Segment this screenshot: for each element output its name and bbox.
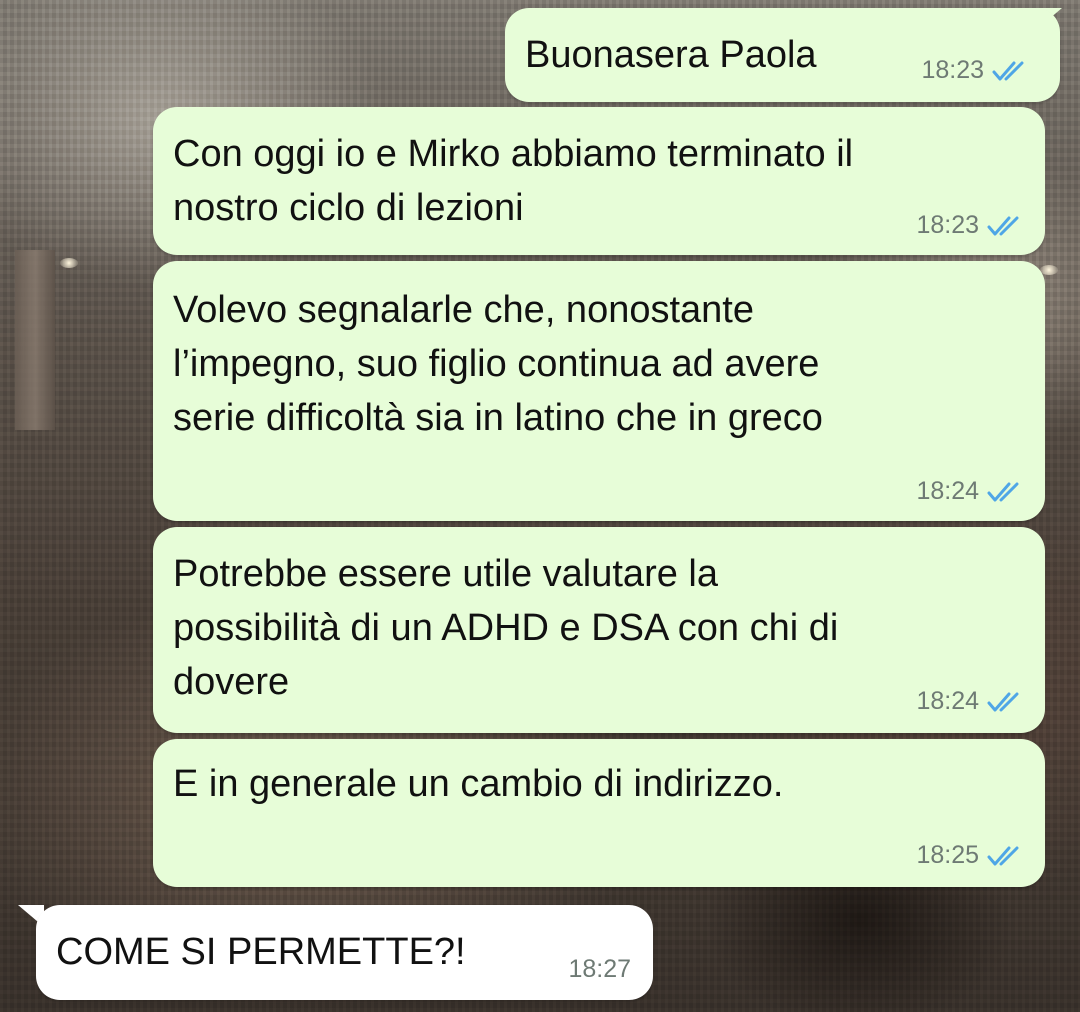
message-text: Con oggi io e Mirko abbiamo terminato il…	[173, 133, 854, 229]
message-time: 18:24	[916, 687, 979, 715]
message-text: Volevo segnalarle che, nonostante l’impe…	[173, 289, 823, 439]
outgoing-message[interactable]: Con oggi io e Mirko abbiamo terminato il…	[153, 107, 1045, 255]
double-check-read-icon	[987, 482, 1019, 501]
outgoing-message[interactable]: E in generale un cambio di indirizzo. 18…	[153, 739, 1045, 887]
double-check-read-icon	[987, 692, 1019, 711]
message-text: E in generale un cambio di indirizzo.	[173, 763, 784, 805]
double-check-read-icon	[987, 846, 1019, 865]
message-meta: 18:23	[916, 211, 1025, 240]
message-text: Potrebbe essere utile valutare la possib…	[173, 553, 839, 703]
outgoing-message[interactable]: Potrebbe essere utile valutare la possib…	[153, 527, 1045, 733]
double-check-read-icon	[987, 216, 1019, 235]
wallpaper-light	[60, 258, 78, 268]
message-time: 18:27	[568, 955, 631, 983]
message-text: COME SI PERMETTE?!	[56, 931, 466, 973]
incoming-message[interactable]: COME SI PERMETTE?! 18:27	[36, 905, 653, 1000]
message-meta: 18:23	[921, 56, 1030, 85]
message-meta: 18:24	[916, 477, 1025, 506]
wallpaper-light	[1040, 265, 1058, 275]
message-meta: 18:24	[916, 687, 1025, 716]
message-time: 18:23	[921, 56, 984, 84]
message-meta: 18:27	[568, 955, 631, 984]
outgoing-message[interactable]: Buonasera Paola 18:23	[505, 8, 1060, 102]
message-text: Buonasera Paola	[525, 34, 817, 76]
outgoing-message[interactable]: Volevo segnalarle che, nonostante l’impe…	[153, 261, 1045, 521]
wallpaper-column	[15, 250, 55, 430]
double-check-read-icon	[992, 61, 1024, 80]
message-time: 18:25	[916, 841, 979, 869]
message-meta: 18:25	[916, 841, 1025, 870]
message-time: 18:23	[916, 211, 979, 239]
message-time: 18:24	[916, 477, 979, 505]
